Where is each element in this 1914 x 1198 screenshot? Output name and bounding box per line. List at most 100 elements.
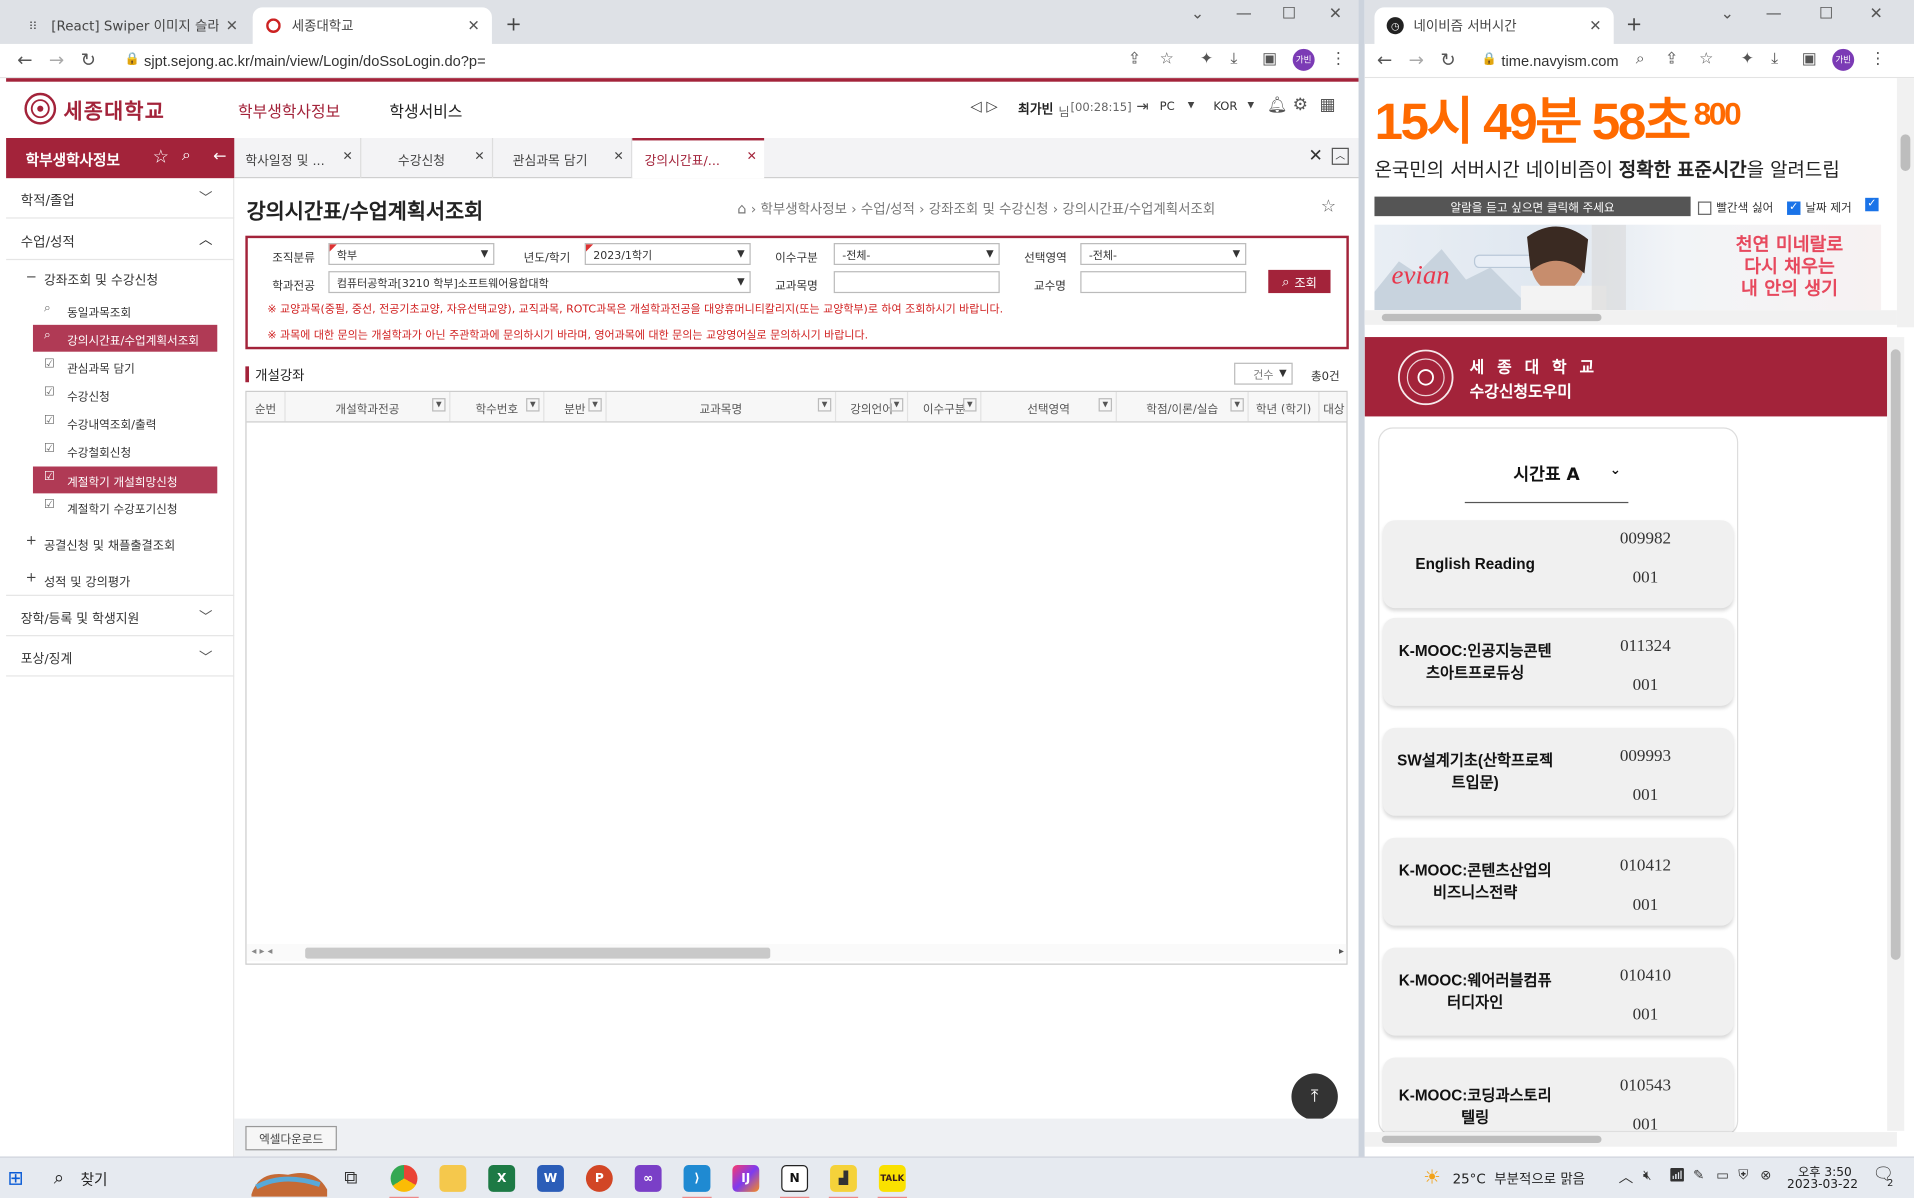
reload-icon[interactable]: ↻ (1440, 49, 1455, 71)
home-icon[interactable]: ⌂ (737, 200, 746, 217)
sidebar-item-active[interactable]: ⌕ 강의시간표/수업계획서조회 (32, 324, 218, 352)
vscode-taskbar-icon[interactable]: ⟩ (676, 1158, 718, 1198)
avatar[interactable]: 가빈 (1832, 48, 1855, 71)
sidebar-group-academic[interactable]: 학적/졸업 ﹀ (6, 178, 235, 219)
filter-icon[interactable]: ▼ (432, 398, 446, 412)
sidepanel-icon[interactable]: ▣ (1802, 50, 1817, 68)
minimize-icon[interactable]: — (1226, 5, 1263, 23)
helper-vscrollbar[interactable] (1887, 337, 1905, 1131)
breadcrumb-item[interactable]: 학부생학사정보 (761, 201, 847, 217)
weather-text[interactable]: 25°C 부분적으로 맑음 (1453, 1169, 1585, 1189)
powerpoint-taskbar-icon[interactable]: P (579, 1158, 621, 1198)
course-card[interactable]: K-MOOC:코딩과스토리텔링 010543 001 (1383, 1057, 1734, 1134)
scroll-thumb[interactable] (1381, 313, 1602, 322)
checkbox-checked-icon[interactable]: ✓ (1787, 201, 1801, 215)
security-icon[interactable]: ⛨ (1738, 1167, 1748, 1184)
evian-ad[interactable]: evian 천연 미네랄로 다시 채우는 내 안의 생기 (1374, 224, 1882, 311)
grid-col-header[interactable]: 이수구분 ▼ (908, 392, 982, 422)
checkbox-date[interactable]: ✓ 날짜 제거 (1787, 198, 1852, 215)
scroll-left-icon[interactable]: ◂ ▸ ◂ (251, 945, 272, 956)
maximize-icon[interactable]: ☐ (1271, 5, 1308, 23)
reload-icon[interactable]: ↻ (81, 49, 96, 71)
word-taskbar-icon[interactable]: W (530, 1158, 572, 1198)
explorer-taskbar-icon[interactable] (432, 1158, 474, 1198)
sidebar-item[interactable]: ☑ 수강철회신청 (33, 438, 217, 464)
page-tab-active[interactable]: 강의시간표/... ✕ (632, 137, 765, 179)
chevron-down-icon[interactable]: ⌄ (1709, 5, 1746, 23)
scroll-thumb[interactable] (1381, 1135, 1602, 1144)
excel-taskbar-icon[interactable]: X (481, 1158, 523, 1198)
type-select[interactable]: -전체- (833, 243, 1000, 266)
grid-col-header[interactable]: 순번 (247, 392, 286, 422)
search-icon[interactable]: ⌕ (54, 1166, 64, 1188)
prev-next-icon[interactable]: ◁ ▷ (970, 98, 997, 115)
close-icon[interactable]: ✕ (614, 150, 624, 163)
sidebar-item-highlight[interactable]: ☑ 계절학기 개설희망신청 (32, 466, 218, 494)
grid-col-header[interactable]: 선택영역 ▼ (981, 392, 1117, 422)
back-icon[interactable]: ← (17, 49, 32, 71)
sidebar-item[interactable]: ☑ 수강내역조회/출력 (33, 410, 217, 436)
filter-icon[interactable]: ▼ (588, 398, 602, 412)
expand-icon[interactable]: ︿ (1331, 147, 1349, 165)
menu-dots-icon[interactable]: ⋮ (1331, 50, 1347, 68)
alarm-button[interactable]: 알람을 듣고 싶으면 클릭해 주세요 (1374, 196, 1691, 217)
taskbar-search-label[interactable]: 찾기 (81, 1169, 108, 1190)
close-icon[interactable]: ✕ (467, 17, 479, 34)
close-window-icon[interactable]: ✕ (1858, 5, 1895, 23)
forward-icon[interactable]: → (1409, 49, 1424, 71)
grid-col-header[interactable]: 강의언어 ▼ (836, 392, 909, 422)
checkbox-red[interactable]: 빨간색 싫어 (1697, 198, 1773, 215)
windows-start-icon[interactable]: ⊞ (7, 1166, 23, 1189)
url-bar[interactable]: 🔒 sjpt.sejong.ac.kr/main/view/Login/doSs… (112, 47, 1187, 76)
checkbox-extra[interactable]: ✓ (1865, 197, 1879, 212)
pen-icon[interactable]: ✎ (1693, 1167, 1704, 1183)
close-icon[interactable]: ✕ (226, 17, 238, 34)
close-icon[interactable]: ✕ (474, 150, 484, 163)
course-card[interactable]: K-MOOC:인공지능콘텐츠아트프로듀싱 011324 001 (1383, 617, 1734, 706)
lang-select[interactable]: KOR (1213, 100, 1237, 113)
menu-dots-icon[interactable]: ⋮ (1870, 50, 1886, 68)
avatar[interactable]: 가빈 (1292, 48, 1315, 71)
timetable-select[interactable]: 시간표 A ⌄ (1464, 454, 1629, 504)
excel-download-button[interactable]: 엑셀다운로드 (245, 1125, 337, 1151)
visualstudio-taskbar-icon[interactable]: ∞ (627, 1158, 669, 1198)
grid-col-header[interactable]: 학수번호 ▼ (450, 392, 545, 422)
grid-col-header[interactable]: 학점/이론/실습 ▼ (1117, 392, 1249, 422)
kakaotalk-taskbar-icon[interactable]: TALK (872, 1158, 914, 1198)
sidebar-group-scholarship[interactable]: 장학/등록 및 학생지원 ﹀ (6, 596, 235, 637)
scroll-thumb[interactable] (305, 947, 771, 959)
filter-icon[interactable]: ▼ (526, 398, 540, 412)
page-tab[interactable]: 학사일정 및 ... ✕ (234, 137, 362, 179)
sidebar-subgroup[interactable]: − 강좌조회 및 수강신청 (6, 260, 234, 294)
inner-hscrollbar[interactable] (1364, 310, 1897, 325)
breadcrumb-item[interactable]: 수업/성적 (861, 201, 915, 217)
sidebar-item[interactable]: ⌕ 동일과목조회 (33, 298, 217, 324)
course-card[interactable]: K-MOOC:웨어러블컴퓨터디자인 010410 001 (1383, 947, 1734, 1036)
filter-icon[interactable]: ▼ (889, 398, 904, 412)
search-button[interactable]: ⌕ 조회 (1268, 269, 1331, 294)
sejong-logo[interactable]: 세종대학교 (23, 92, 165, 126)
stickynotes-taskbar-icon[interactable]: ▟ (823, 1158, 865, 1198)
filter-icon[interactable]: ▼ (817, 398, 832, 412)
new-tab-icon[interactable]: + (1626, 12, 1642, 35)
grid-menu-icon[interactable]: ▦ (1320, 95, 1336, 115)
grid-col-header[interactable]: 학년 (학기) (1249, 392, 1320, 422)
sidebar-group-award[interactable]: 포상/징계 ﹀ (6, 636, 235, 677)
network-icon[interactable]: 📶︎ (1669, 1167, 1686, 1183)
grid-col-header[interactable]: 분반 ▼ (544, 392, 607, 422)
sidepanel-icon[interactable]: ▣ (1262, 50, 1277, 68)
gear-icon[interactable]: ⚙ (1293, 95, 1308, 115)
vscrollbar[interactable] (1896, 78, 1914, 328)
breadcrumb-item[interactable]: 강좌조회 및 수강신청 (929, 201, 1049, 217)
close-window-icon[interactable]: ✕ (1317, 5, 1354, 23)
intellij-taskbar-icon[interactable]: IJ (725, 1158, 767, 1198)
checkbox-icon[interactable] (1697, 201, 1712, 215)
page-tab[interactable]: 관심과목 담기 ✕ (493, 137, 633, 179)
share-icon[interactable]: ⇪ (1665, 50, 1678, 68)
maximize-icon[interactable]: ☐ (1808, 5, 1845, 23)
back-icon[interactable]: ← (1377, 49, 1392, 71)
chevron-down-icon[interactable]: ⌄ (1179, 5, 1216, 23)
extension-icon[interactable]: ✦ (1200, 50, 1213, 68)
dept-select[interactable]: 컴퓨터공학과[3210 학부]소프트웨어융합대학 (328, 271, 751, 294)
minimize-icon[interactable]: — (1755, 5, 1792, 23)
